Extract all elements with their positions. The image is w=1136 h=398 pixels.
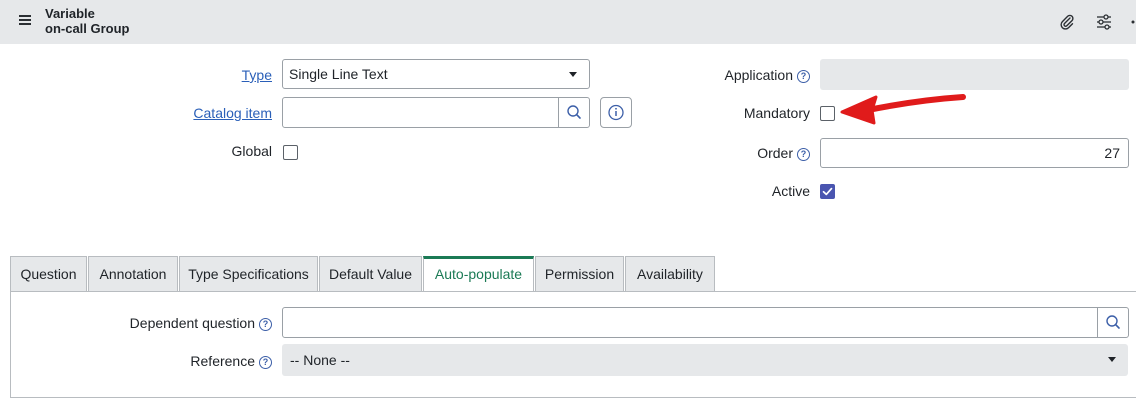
variable-form-page: Variable on-call Group Type Single Line … bbox=[0, 0, 1136, 398]
catalog-item-info-button[interactable] bbox=[600, 97, 632, 128]
help-icon[interactable]: ? bbox=[797, 70, 810, 83]
mandatory-label: Mandatory bbox=[743, 105, 810, 121]
catalog-item-link[interactable]: Catalog item bbox=[193, 105, 272, 121]
mandatory-checkbox[interactable] bbox=[820, 106, 835, 121]
settings-sliders-icon[interactable] bbox=[1094, 12, 1114, 32]
tab-permission[interactable]: Permission bbox=[535, 256, 624, 292]
catalog-item-label[interactable]: Catalog item bbox=[193, 105, 272, 121]
reference-label-text: Reference bbox=[190, 353, 255, 369]
help-icon[interactable]: ? bbox=[259, 356, 272, 369]
global-checkbox[interactable] bbox=[283, 145, 298, 160]
help-icon[interactable]: ? bbox=[797, 148, 810, 161]
paperclip-icon[interactable] bbox=[1057, 12, 1077, 32]
catalog-item-search-button[interactable] bbox=[558, 97, 590, 128]
reference-label: Reference? bbox=[190, 353, 272, 369]
active-checkbox[interactable] bbox=[820, 184, 835, 199]
form-header: Variable on-call Group bbox=[0, 0, 1136, 44]
search-icon bbox=[1106, 315, 1120, 329]
catalog-item-input[interactable] bbox=[282, 97, 559, 128]
title-line-1: Variable bbox=[45, 6, 95, 21]
tab-question[interactable]: Question bbox=[10, 256, 87, 292]
order-input[interactable]: 27 bbox=[820, 138, 1129, 168]
tab-auto-populate[interactable]: Auto-populate bbox=[423, 256, 534, 293]
dependent-question-label: Dependent question? bbox=[130, 315, 272, 331]
menu-icon[interactable] bbox=[19, 15, 31, 25]
dependent-question-input[interactable] bbox=[282, 307, 1098, 338]
reference-select[interactable]: -- None -- bbox=[282, 344, 1128, 376]
tab-type-specifications[interactable]: Type Specifications bbox=[179, 256, 318, 292]
help-icon[interactable]: ? bbox=[259, 318, 272, 331]
application-field bbox=[820, 59, 1129, 90]
tab-annotation[interactable]: Annotation bbox=[88, 256, 178, 292]
active-label: Active bbox=[771, 183, 810, 199]
chevron-down-icon bbox=[1108, 357, 1116, 362]
order-label-text: Order bbox=[757, 145, 793, 161]
reference-select-value: -- None -- bbox=[290, 352, 350, 368]
dependent-question-search-button[interactable] bbox=[1097, 307, 1129, 338]
order-label: Order? bbox=[757, 145, 810, 161]
title-line-2: on-call Group bbox=[45, 21, 130, 36]
more-icon[interactable] bbox=[1128, 12, 1136, 32]
info-icon bbox=[608, 104, 624, 121]
type-label[interactable]: Type bbox=[242, 67, 272, 83]
application-label-text: Application bbox=[724, 67, 794, 83]
check-icon bbox=[822, 187, 833, 196]
tab-default-value[interactable]: Default Value bbox=[319, 256, 422, 292]
tab-availability[interactable]: Availability bbox=[625, 256, 715, 292]
type-select-value: Single Line Text bbox=[289, 66, 388, 82]
type-link[interactable]: Type bbox=[242, 67, 272, 83]
annotation-arrow-icon bbox=[840, 94, 966, 125]
chevron-down-icon bbox=[569, 72, 577, 77]
global-label: Global bbox=[231, 143, 272, 159]
page-title: Variable on-call Group bbox=[45, 6, 130, 36]
application-label: Application? bbox=[724, 67, 810, 83]
search-icon bbox=[567, 105, 581, 119]
type-select[interactable]: Single Line Text bbox=[282, 59, 590, 89]
dependent-question-label-text: Dependent question bbox=[129, 315, 255, 331]
